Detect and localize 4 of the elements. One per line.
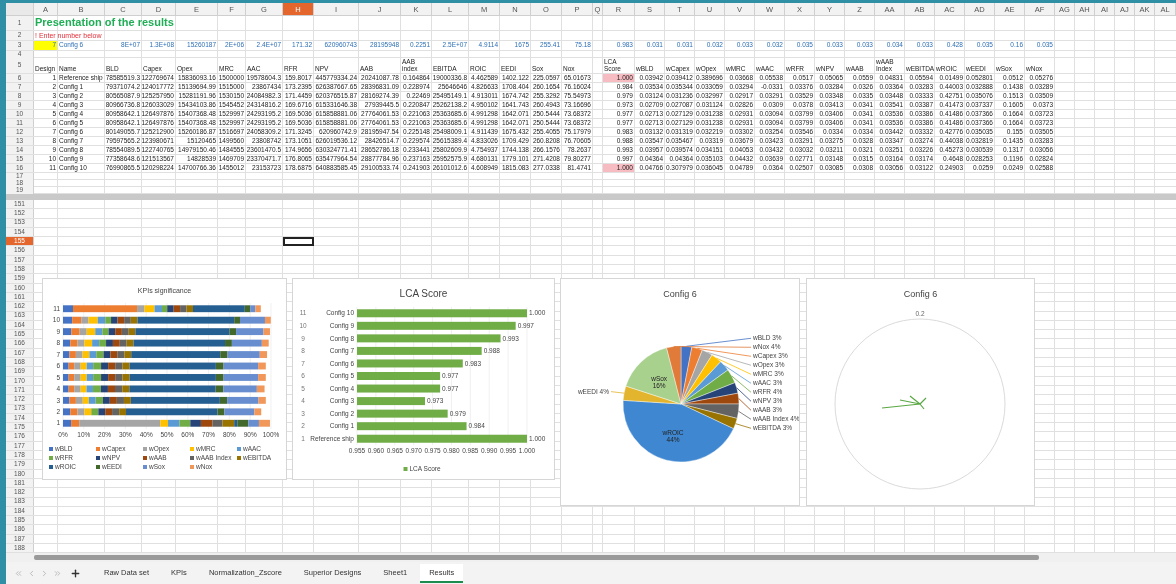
chart-title: LCA Score: [399, 288, 448, 299]
sheet-title: Presentation of the results: [34, 16, 175, 30]
chart-title: Config 6: [663, 289, 697, 299]
chart-title: Config 6: [903, 289, 938, 299]
